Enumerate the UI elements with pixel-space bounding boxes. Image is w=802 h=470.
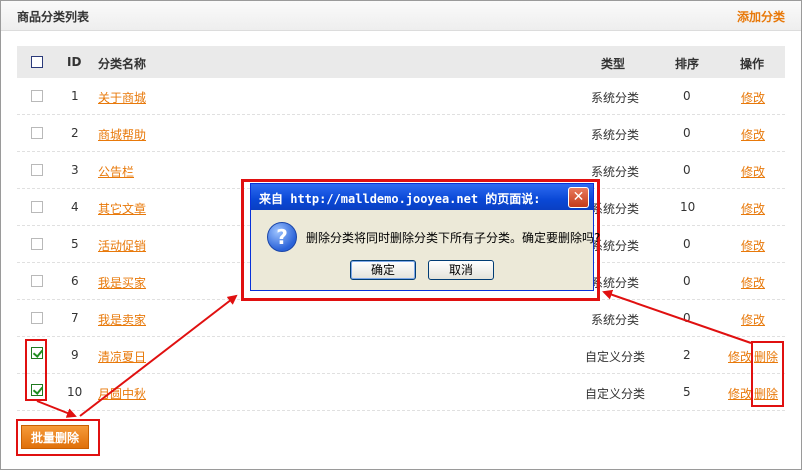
- dialog-message: 删除分类将同时删除分类下所有子分类。确定要删除吗?: [306, 231, 601, 245]
- dialog-title-bar: 来自 http://malldemo.jooyea.net 的页面说: ✕: [251, 184, 593, 210]
- ok-button[interactable]: 确定: [350, 260, 416, 280]
- close-icon[interactable]: ✕: [568, 187, 589, 208]
- arrow-to-dialog-left: [79, 294, 238, 417]
- arrow-to-batch: [36, 400, 77, 418]
- dialog-title: 来自 http://malldemo.jooyea.net 的页面说:: [259, 192, 541, 206]
- arrow-to-dialog-right: [602, 289, 752, 344]
- cancel-button[interactable]: 取消: [428, 260, 494, 280]
- question-icon: ?: [267, 222, 297, 252]
- confirm-dialog: 来自 http://malldemo.jooyea.net 的页面说: ✕ ? …: [250, 183, 600, 291]
